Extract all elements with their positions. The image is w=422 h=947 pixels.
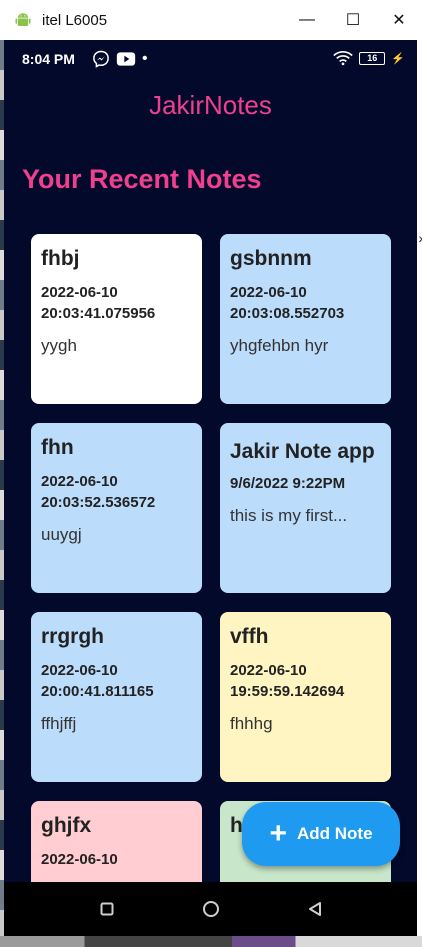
note-date: 2022-06-10 19:59:59.142694 — [230, 662, 345, 700]
back-triangle-icon[interactable] — [300, 894, 330, 924]
note-date: 9/6/2022 9:22PM — [230, 475, 346, 492]
window-titlebar: itel L6005 — ☐ ✕ — [0, 0, 422, 41]
note-body: uuygj — [41, 525, 82, 544]
chevron-right-icon: › — [418, 230, 422, 246]
maximize-button[interactable]: ☐ — [330, 0, 376, 40]
home-circle-icon[interactable] — [196, 894, 226, 924]
note-card[interactable]: vffh 2022-06-10 19:59:59.142694 fhhhg — [220, 612, 391, 782]
note-body: yygh — [41, 336, 77, 355]
charging-icon: ⚡ — [391, 52, 405, 65]
note-card[interactable]: rrgrgh 2022-06-10 20:00:41.811165 ffhjff… — [31, 612, 202, 782]
note-date: 2022-06-10 20:03:41.075956 — [41, 284, 156, 322]
note-date: 2022-06-10 — [41, 851, 118, 868]
note-date: 2022-06-10 20:03:08.552703 — [230, 284, 345, 322]
note-card[interactable]: gsbnnm 2022-06-10 20:03:08.552703 yhgfeh… — [220, 234, 391, 404]
note-title: gsbnnm — [230, 247, 312, 270]
note-title: Jakir Note app — [230, 440, 375, 463]
note-card[interactable]: fhn 2022-06-10 20:03:52.536572 uuygj — [31, 423, 202, 593]
note-title: rrgrgh — [41, 625, 104, 648]
note-title: fhbj — [41, 247, 80, 270]
plus-icon: + — [269, 817, 287, 850]
window-controls: — ☐ ✕ — [284, 0, 422, 40]
phone-screen: 8:04 PM • 16 ⚡ JakirNotes Your Recent No — [4, 40, 417, 936]
youtube-icon — [116, 52, 136, 66]
note-body: fhhhg — [230, 714, 273, 733]
messenger-icon — [93, 50, 109, 68]
note-card[interactable]: fhbj 2022-06-10 20:03:41.075956 yygh — [31, 234, 202, 404]
battery-icon: 16 — [359, 51, 386, 65]
desktop-taskbar-strip — [0, 936, 422, 947]
note-title: ghjfx — [41, 814, 92, 837]
note-date: 2022-06-10 20:03:52.536572 — [41, 473, 156, 511]
app-title: JakirNotes — [149, 90, 272, 120]
recents-square-icon[interactable] — [92, 894, 122, 924]
minimize-button[interactable]: — — [284, 0, 330, 40]
desktop-background-right: › — [417, 40, 422, 947]
status-bar: 8:04 PM • 16 ⚡ — [4, 40, 417, 78]
notification-icons: • — [92, 50, 148, 68]
navigation-bar — [4, 882, 417, 936]
note-title: fhn — [41, 436, 74, 459]
note-body: yhgfehbn hyr — [230, 336, 329, 355]
note-card[interactable]: Jakir Note app 9/6/2022 9:22PM this is m… — [220, 423, 391, 593]
wifi-icon — [333, 51, 354, 66]
note-date: 2022-06-10 20:00:41.811165 — [41, 662, 154, 700]
add-note-label: Add Note — [296, 824, 373, 843]
section-title: Your Recent Notes — [22, 164, 262, 194]
close-button[interactable]: ✕ — [376, 0, 422, 40]
android-icon — [15, 13, 31, 26]
system-icons: 16 ⚡ — [333, 50, 405, 66]
add-note-button[interactable]: + Add Note — [242, 802, 400, 866]
dot-icon: • — [142, 50, 148, 67]
status-time: 8:04 PM — [22, 51, 75, 67]
note-title: vffh — [230, 625, 269, 648]
note-body: this is my first... — [230, 506, 348, 525]
note-body: ffhjffj — [41, 714, 77, 733]
window-title: itel L6005 — [42, 11, 108, 29]
